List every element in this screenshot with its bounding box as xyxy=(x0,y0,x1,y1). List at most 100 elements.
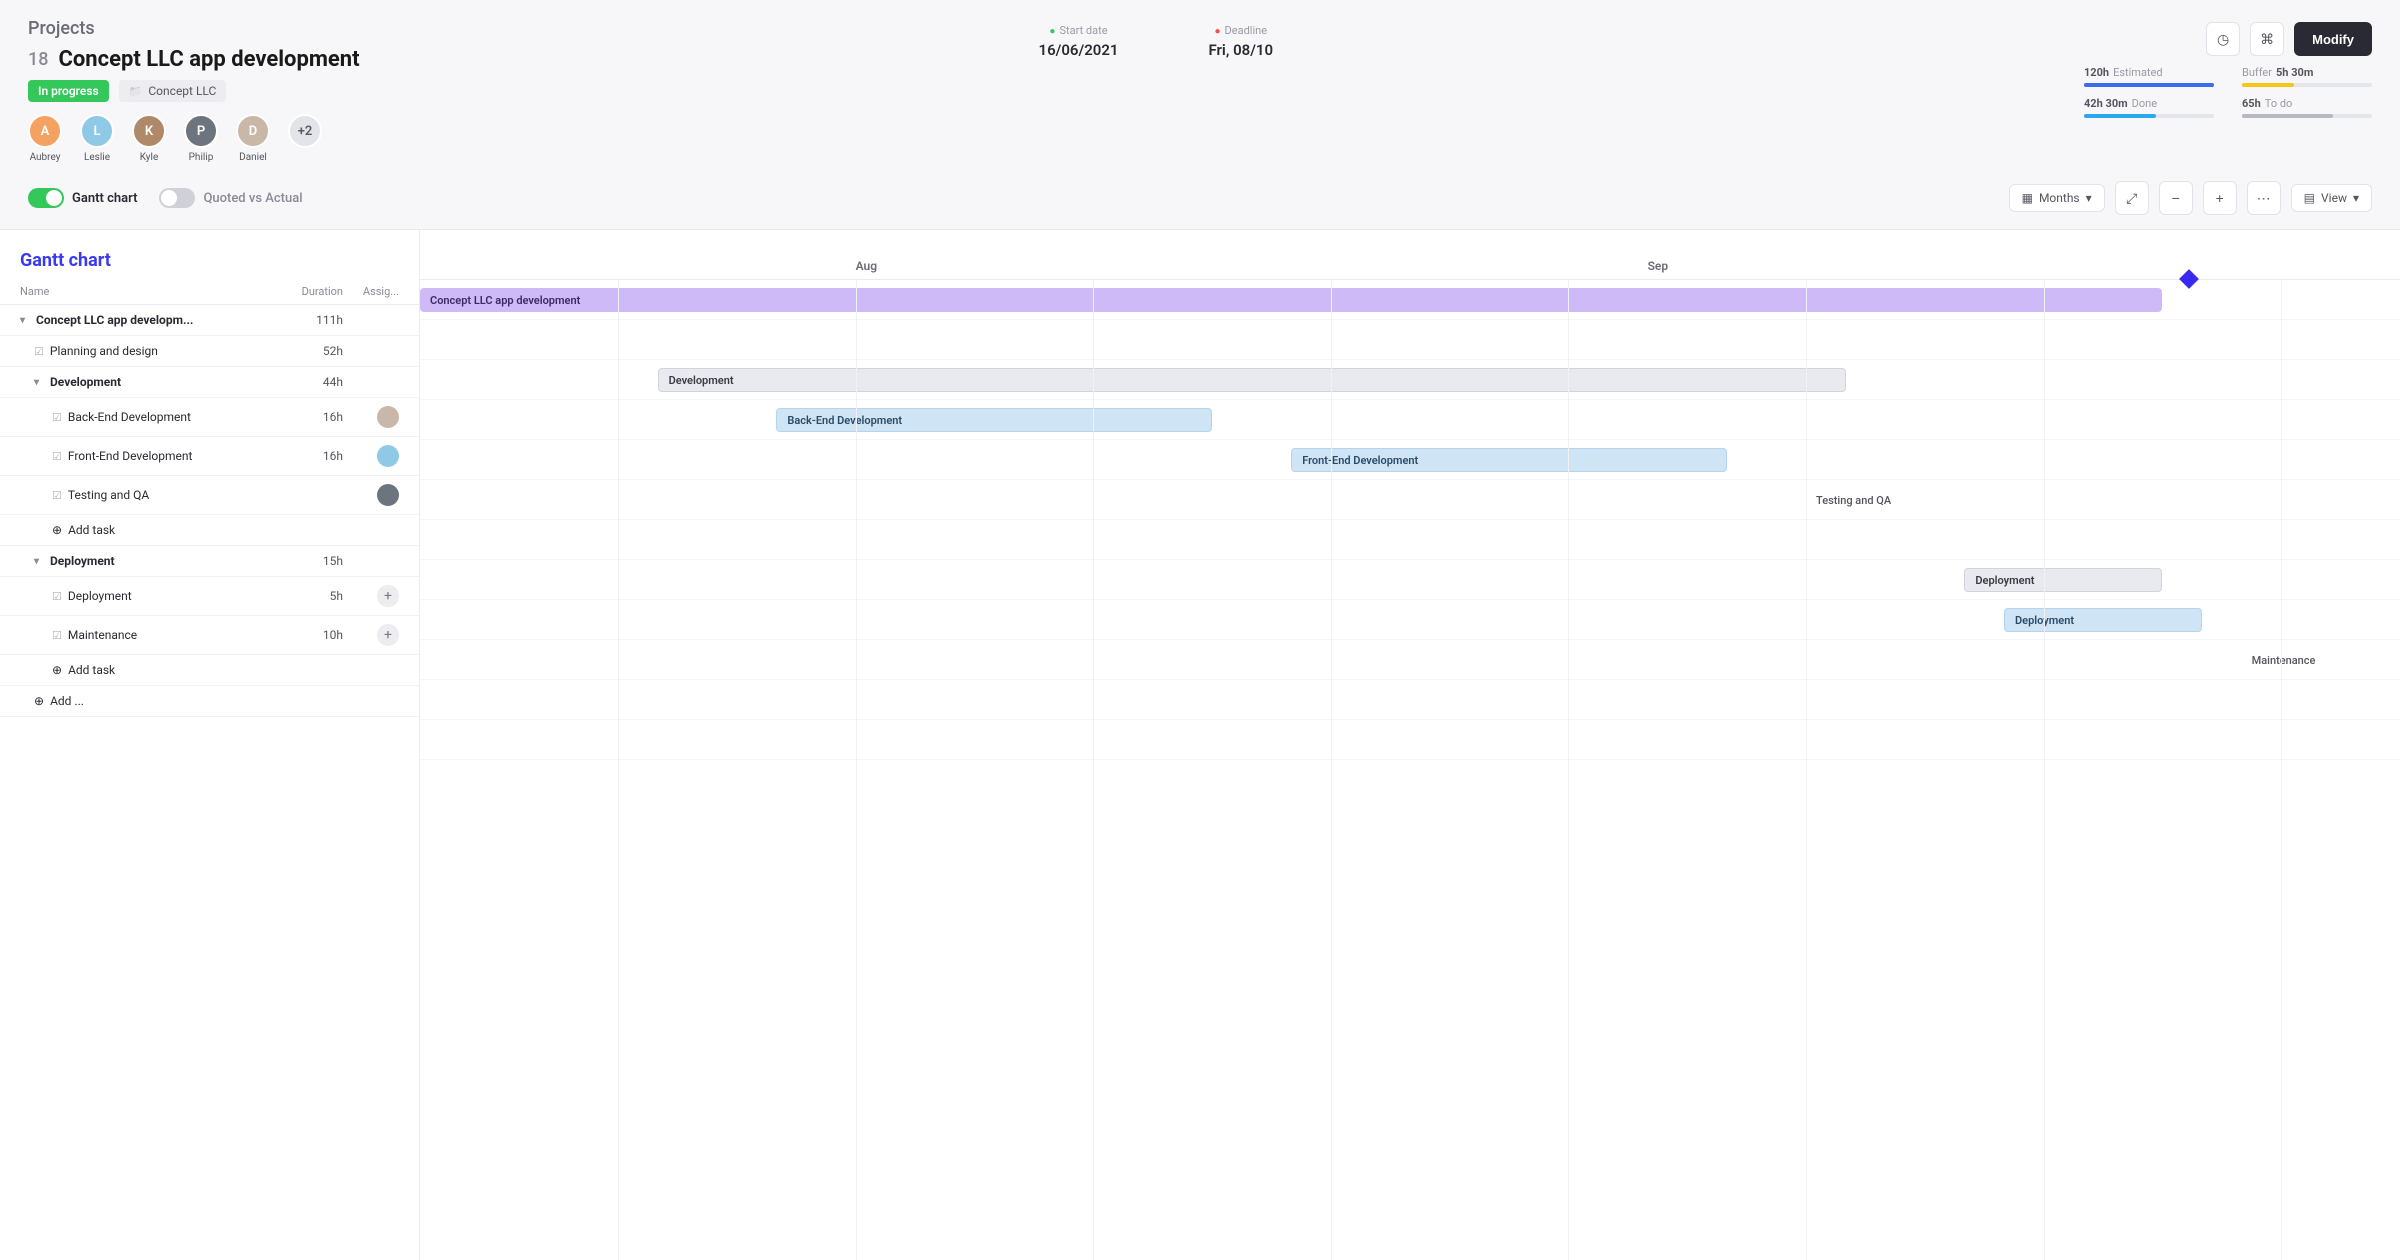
task-name: Development xyxy=(50,375,121,389)
avatar: K xyxy=(132,114,166,148)
col-assignee: Assig... xyxy=(343,285,399,298)
gantt-bar[interactable]: Testing and QA xyxy=(1806,488,2083,512)
done-hours: 42h 30m xyxy=(2084,97,2128,110)
team-member[interactable]: KKyle xyxy=(132,114,166,163)
grid-line xyxy=(2044,280,2045,1260)
month-label: Aug xyxy=(856,259,877,273)
task-row[interactable]: ▾Deployment15h xyxy=(0,546,419,577)
grid-line xyxy=(1806,280,1807,1260)
team-member[interactable]: PPhilip xyxy=(184,114,218,163)
task-name: Add task xyxy=(68,523,115,537)
progress-bar-done xyxy=(2084,114,2214,118)
gantt-row: Development xyxy=(420,360,2400,400)
gantt-rows: Concept LLC app development Development Ba… xyxy=(420,280,2400,760)
team-more[interactable]: +2 xyxy=(288,114,322,163)
caret-icon[interactable]: ▾ xyxy=(20,315,30,326)
task-name: Planning and design xyxy=(50,344,158,358)
gantt-bar[interactable]: Development xyxy=(658,368,1846,392)
col-duration: Duration xyxy=(283,285,343,298)
add-task-row[interactable]: ⊕Add task xyxy=(0,655,419,686)
toolbar: Gantt chart Quoted vs Actual ▦ Months ▾ … xyxy=(0,173,2400,230)
task-icon: ☑ xyxy=(52,590,62,603)
timeline-header: Aug Sep xyxy=(420,230,2400,280)
project-title: Concept LLC app development xyxy=(58,47,359,72)
task-duration: 5h xyxy=(283,589,343,603)
caret-icon[interactable]: ▾ xyxy=(34,556,44,567)
gantt-toggle[interactable] xyxy=(28,188,64,208)
start-value: 16/06/2021 xyxy=(1039,41,1119,59)
expand-icon-button[interactable]: ⤢ xyxy=(2115,181,2149,215)
gantt-row: Deployment xyxy=(420,600,2400,640)
task-assignee: + xyxy=(343,624,399,646)
estimated-label: Estimated xyxy=(2113,66,2162,79)
add-task-row[interactable]: ⊕Add task xyxy=(0,515,419,546)
zoom-in-icon-button[interactable]: + xyxy=(2203,181,2237,215)
status-badge: In progress xyxy=(28,80,109,102)
task-assignee: + xyxy=(343,585,399,607)
task-icon: ☑ xyxy=(52,411,62,424)
gantt-bar[interactable]: Deployment xyxy=(1964,568,2162,592)
gantt-row: Testing and QA xyxy=(420,480,2400,520)
task-icon: ☑ xyxy=(52,450,62,463)
gantt-bar[interactable]: Back-End Development xyxy=(776,408,1212,432)
task-icon: ☑ xyxy=(34,345,44,358)
task-row[interactable]: ☑Maintenance10h+ xyxy=(0,616,419,655)
task-row[interactable]: ▾ Development 44h xyxy=(0,367,419,398)
avatar-more: +2 xyxy=(288,114,322,148)
settings-icon-button[interactable]: ⋯ xyxy=(2247,181,2281,215)
modify-button[interactable]: Modify xyxy=(2294,22,2372,56)
member-name: Philip xyxy=(189,152,214,163)
gantt-row: Front-End Development xyxy=(420,440,2400,480)
task-icon: ☑ xyxy=(52,489,62,502)
caret-icon[interactable]: ▾ xyxy=(34,377,44,388)
gantt-area: Gantt chart Name Duration Assig... ▾Conc… xyxy=(0,230,2400,1260)
team-member[interactable]: A Aubrey xyxy=(28,114,62,163)
task-name: Maintenance xyxy=(68,628,137,642)
task-duration: 15h xyxy=(283,554,343,568)
team-row: A Aubrey LLeslie KKyle PPhilip DDaniel +2 xyxy=(28,114,360,163)
grid-line xyxy=(1093,280,1094,1260)
client-chip[interactable]: Concept LLC xyxy=(119,80,227,102)
task-row[interactable]: ☑Testing and QA xyxy=(0,476,419,515)
grid-line xyxy=(1331,280,1332,1260)
assign-placeholder-icon[interactable]: + xyxy=(377,585,399,607)
month-label: Sep xyxy=(1648,259,1669,273)
gantt-bar[interactable]: Concept LLC app development xyxy=(420,288,2162,312)
task-row[interactable]: ☑Deployment5h+ xyxy=(0,577,419,616)
chevron-down-icon: ▾ xyxy=(2086,191,2092,205)
quoted-toggle[interactable] xyxy=(159,188,195,208)
task-row[interactable]: ☑Back-End Development16h xyxy=(0,398,419,437)
gantt-bar[interactable]: Front-End Development xyxy=(1291,448,1727,472)
gantt-bar[interactable]: Deployment xyxy=(2004,608,2202,632)
task-duration: 111h xyxy=(283,313,343,327)
quoted-toggle-label: Quoted vs Actual xyxy=(203,191,302,206)
task-duration: 52h xyxy=(283,344,343,358)
clock-icon-button[interactable]: ◷ xyxy=(2206,22,2240,56)
task-row[interactable]: ☑Front-End Development16h xyxy=(0,437,419,476)
team-member[interactable]: LLeslie xyxy=(80,114,114,163)
gantt-toggle-label: Gantt chart xyxy=(72,191,137,206)
member-name: Aubrey xyxy=(30,152,61,163)
view-select[interactable]: ▤ View ▾ xyxy=(2291,184,2372,212)
gantt-row xyxy=(420,320,2400,360)
task-row[interactable]: ▾Concept LLC app developm...111h xyxy=(0,305,419,336)
project-id: 18 xyxy=(28,49,48,70)
timescale-select[interactable]: ▦ Months ▾ xyxy=(2009,184,2105,212)
link-icon-button[interactable]: ⌘ xyxy=(2250,22,2284,56)
team-member[interactable]: DDaniel xyxy=(236,114,270,163)
header: Projects 18 Concept LLC app development … xyxy=(0,0,2400,173)
task-row[interactable]: ☑ Planning and design 52h xyxy=(0,336,419,367)
assign-placeholder-icon[interactable]: + xyxy=(377,624,399,646)
gantt-chart[interactable]: Aug Sep Concept LLC app development Develo… xyxy=(420,230,2400,1260)
gantt-bar[interactable]: Maintenance xyxy=(2242,648,2400,672)
avatar: A xyxy=(28,114,62,148)
zoom-out-icon-button[interactable]: − xyxy=(2159,181,2193,215)
task-duration: 44h xyxy=(283,375,343,389)
gantt-side-panel: Gantt chart Name Duration Assig... ▾Conc… xyxy=(0,230,420,1260)
assignee-avatar xyxy=(377,406,399,428)
buffer-hours: 5h 30m xyxy=(2276,66,2313,79)
breadcrumb[interactable]: Projects xyxy=(28,18,360,39)
gantt-row: Maintenance xyxy=(420,640,2400,680)
estimated-hours: 120h xyxy=(2084,66,2109,79)
add-task-row[interactable]: ⊕Add ... xyxy=(0,686,419,717)
